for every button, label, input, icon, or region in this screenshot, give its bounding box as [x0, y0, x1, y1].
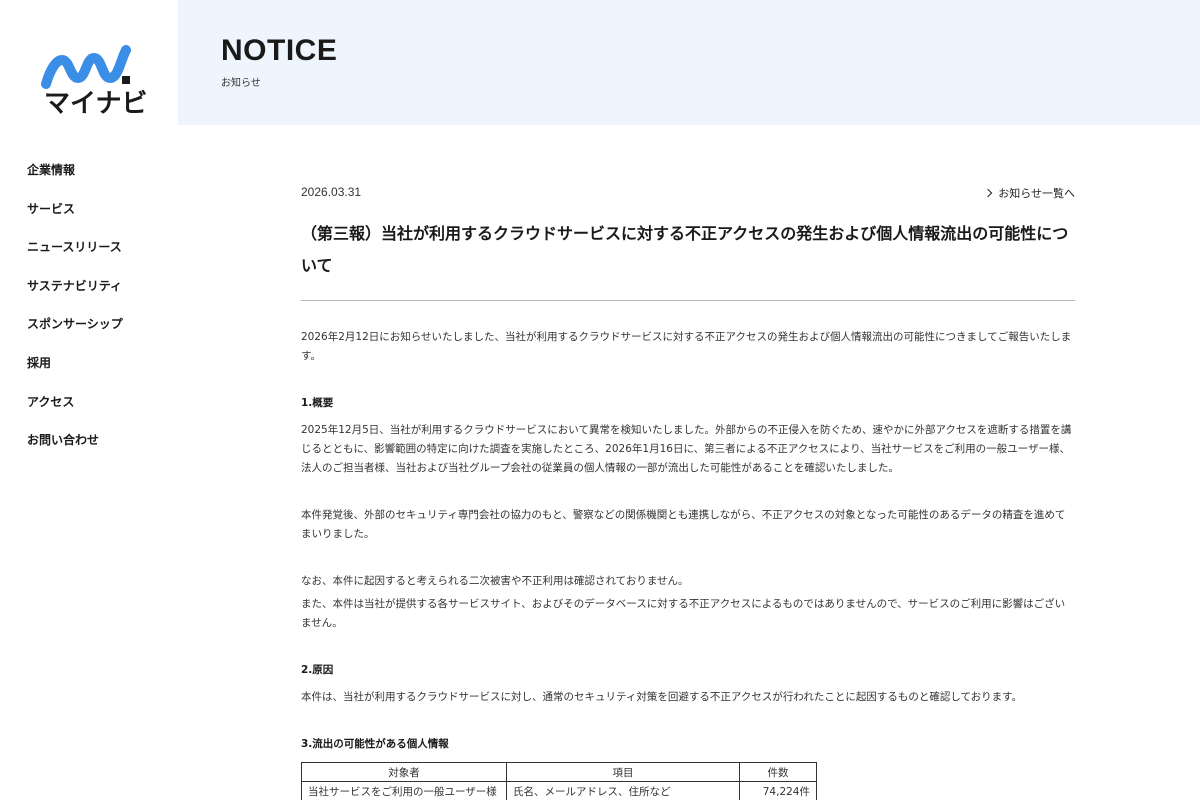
table-header-target: 対象者 [301, 762, 507, 782]
page-header: NOTICE お知らせ [178, 0, 1200, 125]
logo-wordmark: マイナビ [44, 89, 148, 119]
table-cell-target: 当社サービスをご利用の一般ユーザー様 [301, 781, 507, 800]
table-header-count: 件数 [739, 762, 817, 782]
sidebar-nav: 企業情報 サービス ニュースリリース サステナビリティ スポンサーシップ 採用 … [27, 160, 123, 469]
section-heading-overview: 1.概要 [301, 397, 334, 409]
section-heading-leaked-info: 3.流出の可能性がある個人情報 [301, 738, 449, 750]
sidebar-item-recruit[interactable]: 採用 [27, 353, 123, 392]
page-subtitle: お知らせ [221, 78, 261, 89]
mynavi-wave-icon [41, 45, 131, 89]
cause-paragraph: 本件は、当社が利用するクラウドサービスに対し、通常のセキュリティ対策を回避する不… [301, 691, 1023, 703]
overview-paragraph-1: 2025年12月5日、当社が利用するクラウドサービスにおいて異常を検知いたしまし… [301, 424, 1072, 474]
sidebar-item-access[interactable]: アクセス [27, 392, 123, 431]
chevron-right-icon [983, 188, 993, 198]
sidebar-item-company[interactable]: 企業情報 [27, 160, 123, 199]
overview-paragraph-4: また、本件は当社が提供する各サービスサイト、およびそのデータベースに対する不正ア… [301, 598, 1066, 629]
section-heading-cause: 2.原因 [301, 664, 334, 676]
table-cell-count: 74,224件 [739, 781, 817, 800]
sidebar-item-sponsorship[interactable]: スポンサーシップ [27, 314, 123, 353]
page-title: NOTICE [221, 34, 338, 67]
table-header-row: 対象者 項目 件数 [301, 762, 817, 782]
leaked-info-table: 対象者 項目 件数 当社サービスをご利用の一般ユーザー様 氏名、メールアドレス、… [301, 762, 817, 800]
sidebar-item-services[interactable]: サービス [27, 199, 123, 238]
sidebar-item-contact[interactable]: お問い合わせ [27, 430, 123, 469]
article-title: （第三報）当社が利用するクラウドサービスに対する不正アクセスの発生および個人情報… [301, 218, 1075, 301]
sidebar: マイナビ 企業情報 サービス ニュースリリース サステナビリティ スポンサーシッ… [0, 0, 178, 800]
back-to-list-label: お知らせ一覧へ [998, 187, 1075, 200]
back-to-list-link[interactable]: お知らせ一覧へ [983, 185, 1075, 201]
table-header-items: 項目 [506, 762, 740, 782]
overview-paragraph-2: 本件発覚後、外部のセキュリティ専門会社の協力のもと、警察などの関係機関とも連携し… [301, 509, 1066, 540]
table-cell-items: 氏名、メールアドレス、住所など [506, 781, 740, 800]
article-date: 2026.03.31 [301, 185, 362, 199]
sidebar-item-news-release[interactable]: ニュースリリース [27, 237, 123, 276]
article-meta: 2026.03.31 お知らせ一覧へ [301, 185, 1075, 203]
table-row: 当社サービスをご利用の一般ユーザー様 氏名、メールアドレス、住所など 74,22… [301, 781, 817, 800]
sidebar-item-sustainability[interactable]: サステナビリティ [27, 276, 123, 315]
article-intro: 2026年2月12日にお知らせいたしました、当社が利用するクラウドサービスに対す… [301, 331, 1072, 362]
overview-paragraph-3: なお、本件に起因すると考えられる二次被害や不正利用は確認されておりません。 [301, 575, 689, 587]
article: 2026.03.31 お知らせ一覧へ （第三報）当社が利用するクラウドサービスに… [301, 185, 1075, 800]
